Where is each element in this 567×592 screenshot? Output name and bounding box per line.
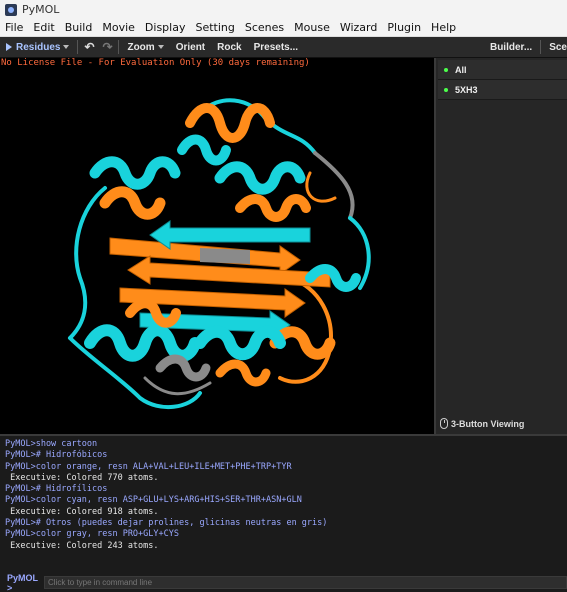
chevron-down-icon xyxy=(157,44,164,49)
presets-button[interactable]: Presets... xyxy=(248,37,304,58)
menu-scenes[interactable]: Scenes xyxy=(240,19,289,37)
selection-mode-dropdown[interactable]: Residues xyxy=(0,37,75,58)
menu-edit[interactable]: Edit xyxy=(28,19,59,37)
license-notice: No License File - For Evaluation Only (3… xyxy=(1,58,310,68)
menu-help[interactable]: Help xyxy=(426,19,461,37)
selection-mode-label: Residues xyxy=(16,41,61,53)
scenes-button[interactable]: Sce xyxy=(543,37,567,58)
builder-button[interactable]: Builder... xyxy=(484,37,538,58)
menu-mouse[interactable]: Mouse xyxy=(289,19,335,37)
console-line: Executive: Colored 770 atoms. xyxy=(5,472,159,483)
window-title: PyMOL xyxy=(22,3,60,16)
console-line: Executive: Colored 243 atoms. xyxy=(5,540,159,551)
menu-plugin[interactable]: Plugin xyxy=(382,19,426,37)
menu-file[interactable]: File xyxy=(0,19,28,37)
toolbar-separator xyxy=(77,40,79,54)
undo-icon[interactable]: ↶ xyxy=(80,40,98,54)
command-prompt: PyMOL > xyxy=(7,572,38,592)
chevron-down-icon xyxy=(63,45,70,49)
mouse-mode-label: 3-Button Viewing xyxy=(451,418,525,429)
console-line: PyMOL># Otros (puedes dejar prolines, gl… xyxy=(5,518,328,529)
enabled-dot-icon xyxy=(444,87,448,92)
menu-build[interactable]: Build xyxy=(60,19,98,37)
object-name: All xyxy=(455,64,467,75)
console-line: PyMOL>color cyan, resn ASP+GLU+LYS+ARG+H… xyxy=(5,495,302,506)
command-input[interactable]: Click to type in command line xyxy=(44,576,567,589)
menu-setting[interactable]: Setting xyxy=(190,19,239,37)
menu-display[interactable]: Display xyxy=(140,19,191,37)
console-line: Executive: Colored 918 atoms. xyxy=(5,506,159,517)
console-line: PyMOL>show cartoon xyxy=(5,439,98,449)
molecular-viewport[interactable]: No License File - For Evaluation Only (3… xyxy=(0,58,434,434)
console-output: PyMOL>show cartoon PyMOL># Hidrofóbicos … xyxy=(0,436,567,573)
enabled-dot-icon xyxy=(444,67,448,72)
zoom-dropdown[interactable]: Zoom xyxy=(121,37,169,58)
orient-button[interactable]: Orient xyxy=(170,37,211,58)
menu-bar: File Edit Build Movie Display Setting Sc… xyxy=(0,19,567,37)
console-line: PyMOL>color orange, resn ALA+VAL+LEU+ILE… xyxy=(5,461,292,472)
object-row-5xh3[interactable]: 5XH3 xyxy=(438,80,567,100)
mouse-icon xyxy=(440,418,448,429)
redo-icon[interactable]: ↷ xyxy=(98,40,116,54)
zoom-label: Zoom xyxy=(127,41,155,53)
command-bar: PyMOL > Click to type in command line xyxy=(0,573,567,592)
console-line: PyMOL>color gray, resn PRO+GLY+CYS xyxy=(5,529,179,540)
toolbar-separator xyxy=(540,40,542,54)
mouse-mode-indicator[interactable]: 3-Button Viewing xyxy=(440,418,524,429)
toolbar-separator xyxy=(118,40,120,54)
menu-movie[interactable]: Movie xyxy=(97,19,140,37)
console-line: PyMOL># Hidrofóbicos xyxy=(5,450,108,461)
rock-button[interactable]: Rock xyxy=(211,37,247,58)
console-line: PyMOL># Hidrofílicos xyxy=(5,484,108,495)
object-row-all[interactable]: All xyxy=(438,60,567,80)
toolbar: Residues ↶ ↷ Zoom Orient Rock Presets...… xyxy=(0,37,567,58)
pointer-arrow-icon xyxy=(6,43,12,51)
object-name: 5XH3 xyxy=(455,84,478,95)
pymol-logo-icon xyxy=(5,3,17,16)
menu-wizard[interactable]: Wizard xyxy=(335,19,383,37)
title-bar: PyMOL xyxy=(0,0,567,19)
object-panel: All 5XH3 xyxy=(434,58,567,434)
protein-cartoon-render[interactable] xyxy=(50,78,380,423)
